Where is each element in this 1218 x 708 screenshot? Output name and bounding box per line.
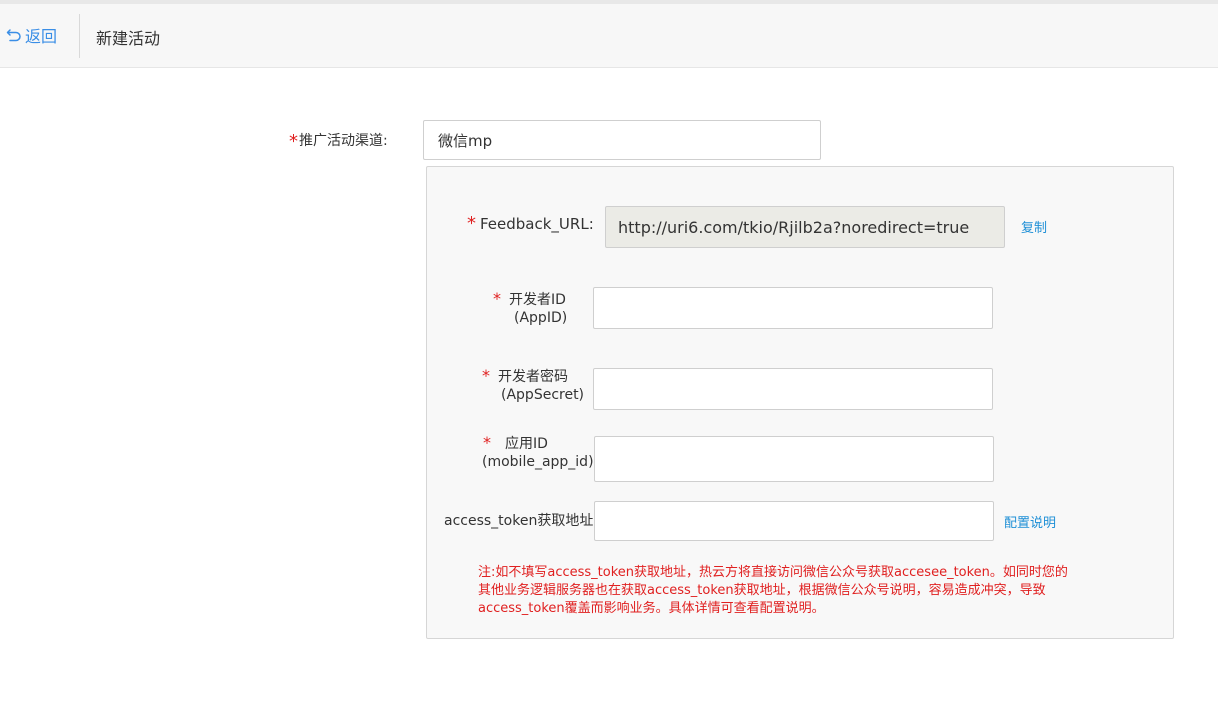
mobile-app-id-label: * 应用ID (mobile_app_id) [482, 433, 594, 471]
channel-label: *推广活动渠道: [289, 130, 388, 152]
app-secret-label: * 开发者密码 (AppSecret) [482, 367, 584, 404]
required-mark: * [483, 433, 491, 452]
page-title: 新建活动 [96, 29, 161, 48]
channel-label-text: 推广活动渠道: [299, 133, 388, 149]
mobile-app-id-label-line2: (mobile_app_id) [482, 454, 594, 470]
back-label: 返回 [25, 27, 58, 46]
app-id-label-line1: 开发者ID [509, 292, 566, 308]
app-secret-label-line2: (AppSecret) [501, 387, 585, 403]
app-id-input[interactable] [593, 287, 993, 329]
app-secret-label-line1: 开发者密码 [498, 369, 568, 385]
channel-select[interactable]: 微信mp [423, 120, 821, 160]
feedback-url-field[interactable]: http://uri6.com/tkio/Rjilb2a?noredirect=… [605, 206, 1005, 248]
page-header: 返回 新建活动 [0, 4, 1218, 68]
copy-link[interactable]: 复制 [1021, 217, 1047, 236]
required-mark: * [289, 131, 298, 152]
app-id-label: * 开发者ID (AppID) [493, 290, 567, 327]
app-secret-input[interactable] [593, 368, 993, 410]
mobile-app-id-label-line1: 应用ID [505, 436, 548, 452]
access-token-note: 注:如不填写access_token获取地址，热云方将直接访问微信公众号获取ac… [478, 564, 1118, 618]
feedback-url-label-text: Feedback_URL: [480, 215, 594, 233]
app-id-label-line2: (AppID) [514, 310, 568, 326]
undo-arrow-icon [6, 29, 21, 42]
feedback-url-label: * Feedback_URL: [467, 213, 594, 234]
required-mark: * [493, 289, 501, 308]
required-mark: * [482, 366, 490, 385]
config-help-link[interactable]: 配置说明 [1004, 512, 1056, 531]
header-divider [79, 14, 80, 58]
mobile-app-id-input[interactable] [594, 436, 994, 482]
required-mark: * [467, 213, 476, 234]
access-token-input[interactable] [594, 501, 994, 541]
note-line: 注:如不填写access_token获取地址，热云方将直接访问微信公众号获取ac… [478, 565, 1068, 580]
feedback-url-value: http://uri6.com/tkio/Rjilb2a?noredirect=… [618, 217, 970, 237]
note-line: access_token覆盖而影响业务。具体详情可查看配置说明。 [478, 601, 825, 616]
channel-config-panel: * Feedback_URL: http://uri6.com/tkio/Rjil… [426, 166, 1174, 639]
access-token-label: access_token获取地址 [444, 513, 594, 529]
back-button[interactable]: 返回 [6, 22, 57, 48]
channel-select-value: 微信mp [438, 131, 493, 150]
note-line: 其他业务逻辑服务器也在获取access_token获取地址，根据微信公众号说明，… [478, 583, 1046, 598]
